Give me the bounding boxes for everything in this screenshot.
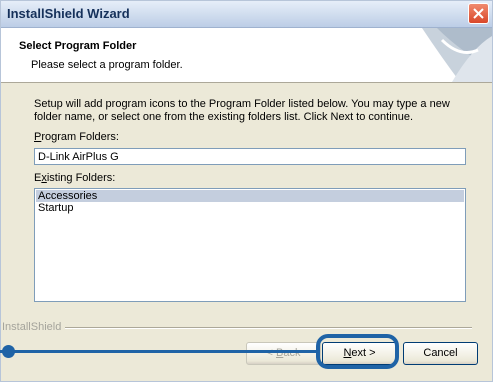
program-folders-label: Program Folders: <box>34 131 119 143</box>
window-title: InstallShield Wizard <box>7 6 130 21</box>
callout-dot <box>2 345 15 358</box>
folder-item-accessories[interactable]: Accessories <box>36 190 464 202</box>
back-button[interactable]: < Back <box>246 342 321 365</box>
next-button-highlight <box>316 334 399 369</box>
separator-line <box>57 327 472 329</box>
brand-separator: InstallShield <box>1 321 492 333</box>
wizard-header-graphic <box>422 28 492 82</box>
folder-item-startup[interactable]: Startup <box>36 202 464 214</box>
installshield-brand: InstallShield <box>2 321 66 333</box>
installshield-wizard-window: InstallShield Wizard Select Program Fold… <box>0 0 493 382</box>
close-button[interactable] <box>468 3 489 24</box>
header-subtitle: Please select a program folder. <box>31 59 183 71</box>
header-title: Select Program Folder <box>19 40 137 52</box>
title-bar[interactable]: InstallShield Wizard <box>1 1 492 28</box>
cancel-button[interactable]: Cancel <box>403 342 478 365</box>
wizard-header: Select Program Folder Please select a pr… <box>1 28 492 83</box>
program-folder-input[interactable]: D-Link AirPlus G <box>34 148 466 165</box>
existing-folders-label: Existing Folders: <box>34 172 116 184</box>
setup-description: Setup will add program icons to the Prog… <box>34 98 450 123</box>
callout-line <box>0 350 318 353</box>
close-icon <box>473 8 484 19</box>
existing-folders-list[interactable]: Accessories Startup <box>34 188 466 302</box>
